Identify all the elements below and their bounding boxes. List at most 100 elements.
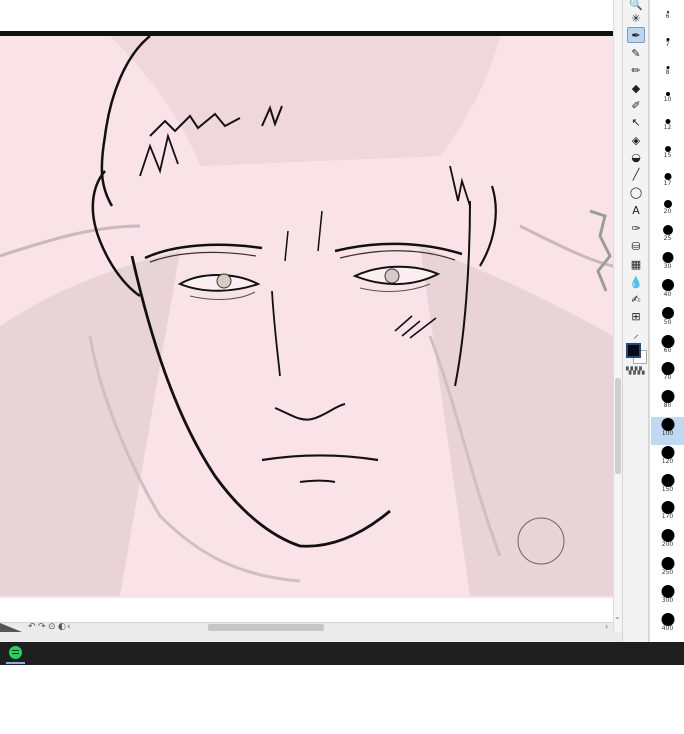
brush-size-label: 250: [661, 569, 674, 576]
pen-icon[interactable]: ✒: [627, 27, 645, 43]
vertical-scroll-thumb[interactable]: [615, 378, 621, 474]
horizontal-scrollbar[interactable]: [75, 624, 603, 631]
brush-size-20[interactable]: 20: [651, 195, 684, 223]
text-icon[interactable]: A: [627, 202, 645, 218]
transparent-color-icon[interactable]: ▚▚▚▚: [626, 367, 646, 375]
brush-size-40[interactable]: 40: [651, 278, 684, 306]
brush-size-250[interactable]: 250: [651, 556, 684, 584]
cheek-scratch-marks: [394, 315, 437, 339]
brush-size-200[interactable]: 200: [651, 528, 684, 556]
brush-dot-icon: [662, 225, 673, 236]
eraser-icon[interactable]: ◈: [627, 132, 645, 148]
rotate-reset-icon[interactable]: ⊙: [48, 622, 56, 632]
brush-dot-icon: [662, 252, 673, 264]
rough-edge-marks: [589, 209, 612, 292]
ink-pen-icon[interactable]: ✑: [627, 220, 645, 236]
brush-size-30[interactable]: 30: [651, 250, 684, 278]
brush-size-label: 80: [663, 402, 672, 410]
bucket-icon[interactable]: ⛁: [627, 238, 645, 254]
brush-size-17[interactable]: 17: [651, 167, 684, 195]
brush-icon[interactable]: ✏: [627, 62, 645, 78]
brush-size-170[interactable]: 170: [651, 500, 684, 528]
brush-size-8[interactable]: 8: [651, 56, 684, 84]
marker-icon[interactable]: ✐: [627, 97, 645, 113]
brush-size-400[interactable]: 400: [651, 612, 684, 640]
brush-size-150[interactable]: 150: [651, 473, 684, 501]
under-eye-right: [359, 283, 431, 292]
brush-size-10[interactable]: 10: [651, 83, 684, 111]
iris-left: [216, 273, 232, 289]
brush-size-label: 8: [665, 68, 670, 76]
rough-line-1: [0, 224, 141, 258]
brush-dot-icon: [661, 306, 674, 319]
brush-size-6[interactable]: 6: [651, 0, 684, 28]
forehead-crease-2: [317, 210, 323, 252]
nose-bridge: [271, 290, 281, 377]
scroll-right-icon[interactable]: ›: [605, 622, 608, 631]
grid-icon[interactable]: ⊞: [627, 308, 645, 324]
gradient-icon[interactable]: ▦: [627, 256, 645, 272]
under-eye-left: [189, 291, 256, 300]
canvas-margin-top: [0, 0, 613, 31]
brush-size-label: 7: [665, 40, 670, 48]
brush-size-60[interactable]: 60: [651, 334, 684, 362]
line-icon[interactable]: ╱: [627, 166, 645, 182]
vertical-scrollbar[interactable]: ⌄: [613, 0, 622, 632]
blend-icon[interactable]: ◒: [627, 149, 645, 165]
portrait-sketch: [0, 36, 613, 596]
brush-size-120[interactable]: 120: [651, 445, 684, 473]
pencil-icon[interactable]: ✎: [627, 45, 645, 61]
brush-size-label: 120: [661, 457, 674, 465]
ruler-icon[interactable]: ⸝: [627, 326, 645, 342]
brush-size-label: 70: [663, 374, 672, 382]
status-spacer: [0, 632, 623, 642]
hairline-strokes-2: [139, 132, 179, 177]
artwork-canvas[interactable]: [0, 36, 613, 598]
brush-size-100[interactable]: 100: [651, 417, 684, 445]
brush-size-label: 200: [661, 541, 674, 549]
brush-size-25[interactable]: 25: [651, 222, 684, 250]
ear-right: [479, 185, 497, 267]
brush-size-70[interactable]: 70: [651, 361, 684, 389]
brush-size-label: 60: [663, 346, 672, 354]
lower-lip: [299, 479, 336, 483]
canvas-viewport[interactable]: [0, 0, 613, 622]
brush-size-label: 100: [661, 430, 674, 437]
horizontal-scroll-thumb[interactable]: [208, 624, 324, 631]
scroll-left-icon[interactable]: ‹: [67, 622, 71, 632]
select-arrow-icon[interactable]: ↖: [627, 114, 645, 130]
brush-size-15[interactable]: 15: [651, 139, 684, 167]
brush-size-300[interactable]: 300: [651, 584, 684, 612]
eyebrow-right: [334, 242, 463, 256]
brush-dot-icon: [663, 199, 672, 208]
foreground-color-swatch[interactable]: [626, 343, 641, 358]
rough-shoulder-left: [0, 251, 180, 596]
rotate-left-icon[interactable]: ↶: [28, 622, 36, 632]
taskbar: [0, 642, 684, 665]
brush-size-label: 400: [661, 624, 674, 632]
sparkle-icon[interactable]: ✳: [627, 10, 645, 26]
brush-size-label: 50: [663, 318, 672, 326]
eyedropper-icon[interactable]: ✍: [627, 291, 645, 307]
spotify-icon[interactable]: [9, 646, 22, 659]
scroll-down-icon[interactable]: ⌄: [614, 612, 621, 621]
lasso-icon[interactable]: ◯: [627, 184, 645, 200]
brush-size-50[interactable]: 50: [651, 306, 684, 334]
droplet-icon[interactable]: 💧: [627, 274, 645, 290]
brush-size-12[interactable]: 12: [651, 111, 684, 139]
flip-icon[interactable]: ◐: [58, 622, 66, 632]
brush-size-80[interactable]: 80: [651, 389, 684, 417]
rough-head: [110, 36, 500, 166]
brush-size-7[interactable]: 7: [651, 28, 684, 56]
iris-right: [384, 268, 400, 284]
canvas-status-bar: ↶ ↷ ⊙ ◐ ‹ ›: [0, 622, 613, 632]
brush-size-label: 170: [661, 513, 674, 521]
brush-size-label: 15: [663, 152, 672, 159]
paint-app-window: ↶ ↷ ⊙ ◐ ‹ › ⌄ 🔍 ✳ ✒ ✎ ✏ ◆ ✐ ↖ ◈ ◒ ╱ ◯ A ✑ ⛁ ▦ 💧 ✍ ⊞ ⸝ ▚▚▚▚ 6…: [0, 0, 684, 734]
rough-shoulder-right: [420, 246, 613, 596]
brush-size-label: 6: [665, 13, 670, 20]
rotate-right-icon[interactable]: ↷: [38, 622, 46, 632]
fill-icon[interactable]: ◆: [627, 80, 645, 96]
brush-dot-icon: [661, 279, 674, 291]
brush-size-label: 20: [663, 207, 672, 215]
